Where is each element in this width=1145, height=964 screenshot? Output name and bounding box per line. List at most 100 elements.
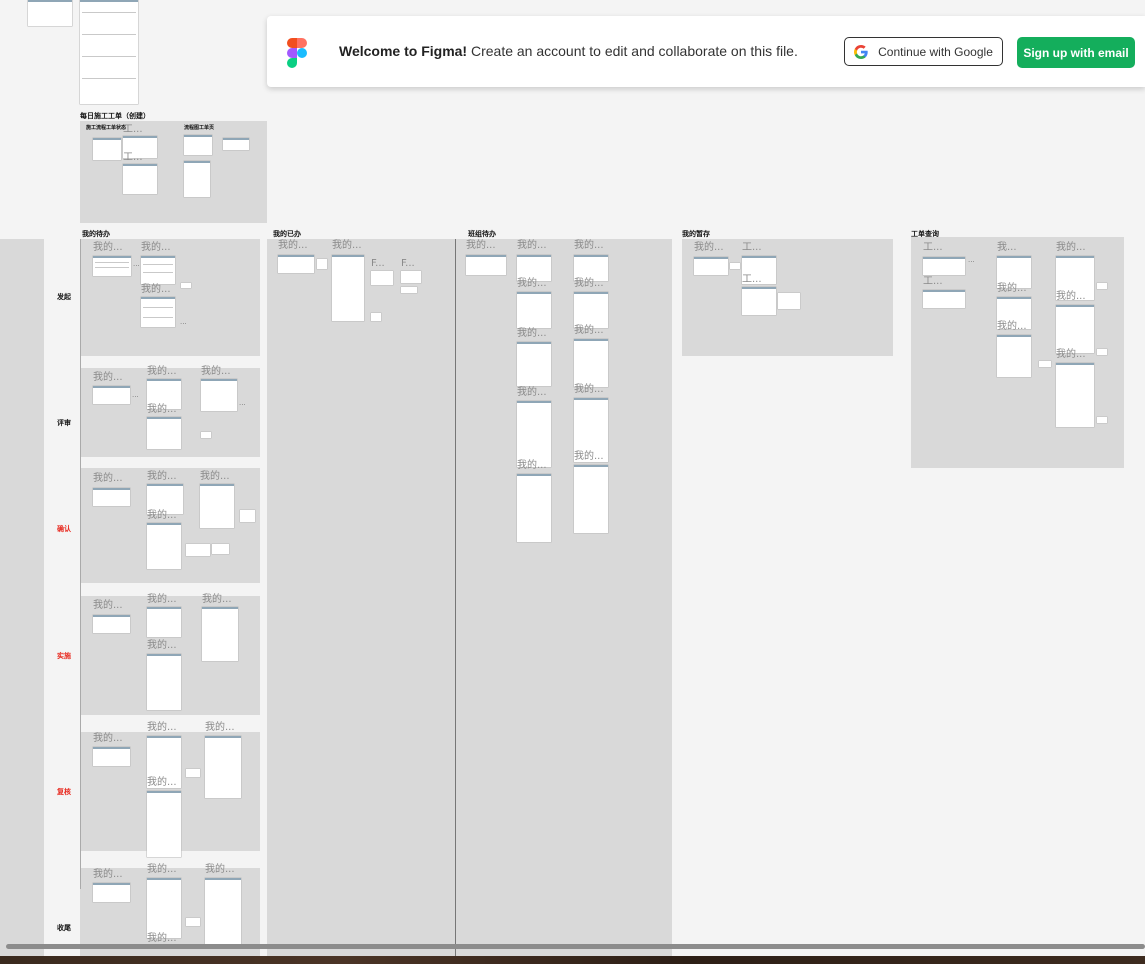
google-icon [854,44,868,59]
frame-thumbnail[interactable] [147,791,181,857]
sticky-note[interactable] [186,769,200,777]
figma-logo-icon [287,38,307,68]
frame-thumbnail[interactable] [694,257,728,275]
frame-thumbnail[interactable] [923,290,965,308]
frame-label: 工... [123,152,143,163]
my-todo-launch-section[interactable]: 我的... ··· 我的... 我的... ··· [80,239,260,356]
frame-thumbnail[interactable] [517,292,551,328]
frame-label: 我的... [93,600,123,611]
sticky-note[interactable] [371,313,381,321]
frame-thumbnail[interactable] [574,465,608,533]
frame-thumbnail[interactable] [1056,363,1094,427]
top-section-title: 每日施工工单（创建） [80,112,150,120]
frame-thumbnail[interactable] [93,138,121,160]
my-todo-recheck-section[interactable]: 我的... 我的... 我的... 我的... [80,723,260,857]
frame-label: 我的... [141,242,171,253]
annotation-dots: ··· [133,262,140,270]
frame-label: 我的... [93,242,123,253]
top-sub-title-1: 施工流程工单状态 [86,125,127,131]
lane-header-strip [0,239,44,956]
frame-thumbnail[interactable] [742,287,776,315]
my-todo-confirm-section[interactable]: 我的... 我的... 我的... 我的... [80,468,260,583]
frame-thumbnail[interactable] [574,292,608,328]
frame-thumbnail[interactable] [147,523,181,569]
frame-label: 我的... [200,471,230,482]
frame-thumbnail[interactable] [201,379,237,411]
frame-label: 我的... [147,404,177,415]
frame-label: 我的... [205,722,235,733]
top-sub-title-2: 流程图工单页 [184,125,215,131]
sticky-note[interactable] [186,544,210,556]
frame-thumbnail[interactable] [184,135,212,155]
frame-thumbnail[interactable] [466,255,506,275]
order-query-section[interactable]: 工... ··· 工... 我... 我的... 我的... 我的... 我的.… [911,237,1124,468]
frame-thumbnail[interactable] [93,488,130,506]
frame-thumbnail[interactable] [997,335,1031,377]
frame-thumbnail[interactable] [93,615,130,633]
frame-thumbnail[interactable] [205,878,241,944]
frame-thumbnail[interactable] [200,484,234,528]
sign-up-with-email-button[interactable]: Sign up with email [1017,37,1135,68]
frame-thumbnail[interactable] [141,256,175,284]
my-todo-finish-section[interactable]: 我的... 我的... 我的... 我的... [80,865,260,956]
frame-thumbnail[interactable] [141,297,175,327]
sticky-note[interactable] [317,259,327,269]
frame-thumbnail[interactable] [93,256,131,276]
frame-thumbnail[interactable] [202,607,238,661]
my-done-section[interactable]: 我的... 我的... F... F... [267,239,455,956]
frame-thumbnail[interactable] [123,164,157,194]
sticky-note[interactable] [1097,283,1107,289]
sticky-note[interactable] [401,287,417,293]
frame-thumbnail[interactable] [147,607,181,637]
text-list-thumbnail[interactable] [28,0,72,26]
figma-canvas[interactable]: 每日施工工单（创建） 施工流程工单状态 流程图工单页 工... 工... 发起 … [0,0,1145,956]
frame-thumbnail[interactable] [517,401,551,467]
frame-label: F... [371,258,385,269]
frame-thumbnail[interactable] [93,747,130,766]
frame-label: 我的... [997,283,1027,294]
sticky-note[interactable] [186,918,200,926]
frame-label: 我的... [694,242,724,253]
sticky-note[interactable] [730,263,740,269]
frame-thumbnail[interactable] [147,878,181,938]
frame-thumbnail[interactable] [184,161,210,197]
sticky-note[interactable] [1097,417,1107,423]
top-section[interactable]: 施工流程工单状态 流程图工单页 工... 工... [80,121,267,223]
column-title-my-draft: 我的暂存 [682,230,710,238]
frame-thumbnail[interactable] [517,342,551,386]
frame-thumbnail[interactable] [517,474,551,542]
frame-thumbnail[interactable] [223,138,249,150]
frame-label: 我的... [574,325,604,336]
frame-thumbnail[interactable] [574,339,608,387]
frame-thumbnail[interactable] [147,417,181,449]
frame-thumbnail[interactable] [278,255,314,273]
column-title-my-todo: 我的待办 [82,230,110,238]
sticky-note[interactable] [371,271,393,285]
sticky-note[interactable] [778,293,800,309]
sticky-note[interactable] [240,510,255,522]
frame-thumbnail[interactable] [923,257,965,275]
my-todo-review-section[interactable]: 我的... ··· 我的... 我的... ··· 我的... [80,367,260,457]
sticky-note[interactable] [1039,361,1051,367]
welcome-title: Welcome to Figma! [339,43,468,59]
flowchart-thumbnail[interactable] [80,0,138,104]
my-todo-implement-section[interactable]: 我的... 我的... 我的... 我的... [80,595,260,715]
my-draft-section[interactable]: 我的... 工... 工... [682,239,893,356]
sticky-note[interactable] [212,544,229,554]
frame-thumbnail[interactable] [1056,305,1094,353]
team-todo-section[interactable]: 我的... 我的... 我的... 我的... 我的... 我的... 我的..… [456,239,672,956]
frame-label: 我的... [517,387,547,398]
continue-with-google-button[interactable]: Continue with Google [844,37,1003,66]
sticky-note[interactable] [401,271,421,283]
sticky-note[interactable] [201,432,211,438]
frame-thumbnail[interactable] [205,736,241,798]
sticky-note[interactable] [1097,349,1107,355]
frame-label: 我的... [147,722,177,733]
frame-thumbnail[interactable] [93,883,130,902]
frame-thumbnail[interactable] [147,654,181,710]
signup-banner: Welcome to Figma! Create an account to e… [267,16,1145,87]
sticky-note[interactable] [181,283,191,288]
frame-thumbnail[interactable] [93,386,130,404]
horizontal-scrollbar[interactable] [6,944,1145,949]
frame-thumbnail[interactable] [332,255,364,321]
